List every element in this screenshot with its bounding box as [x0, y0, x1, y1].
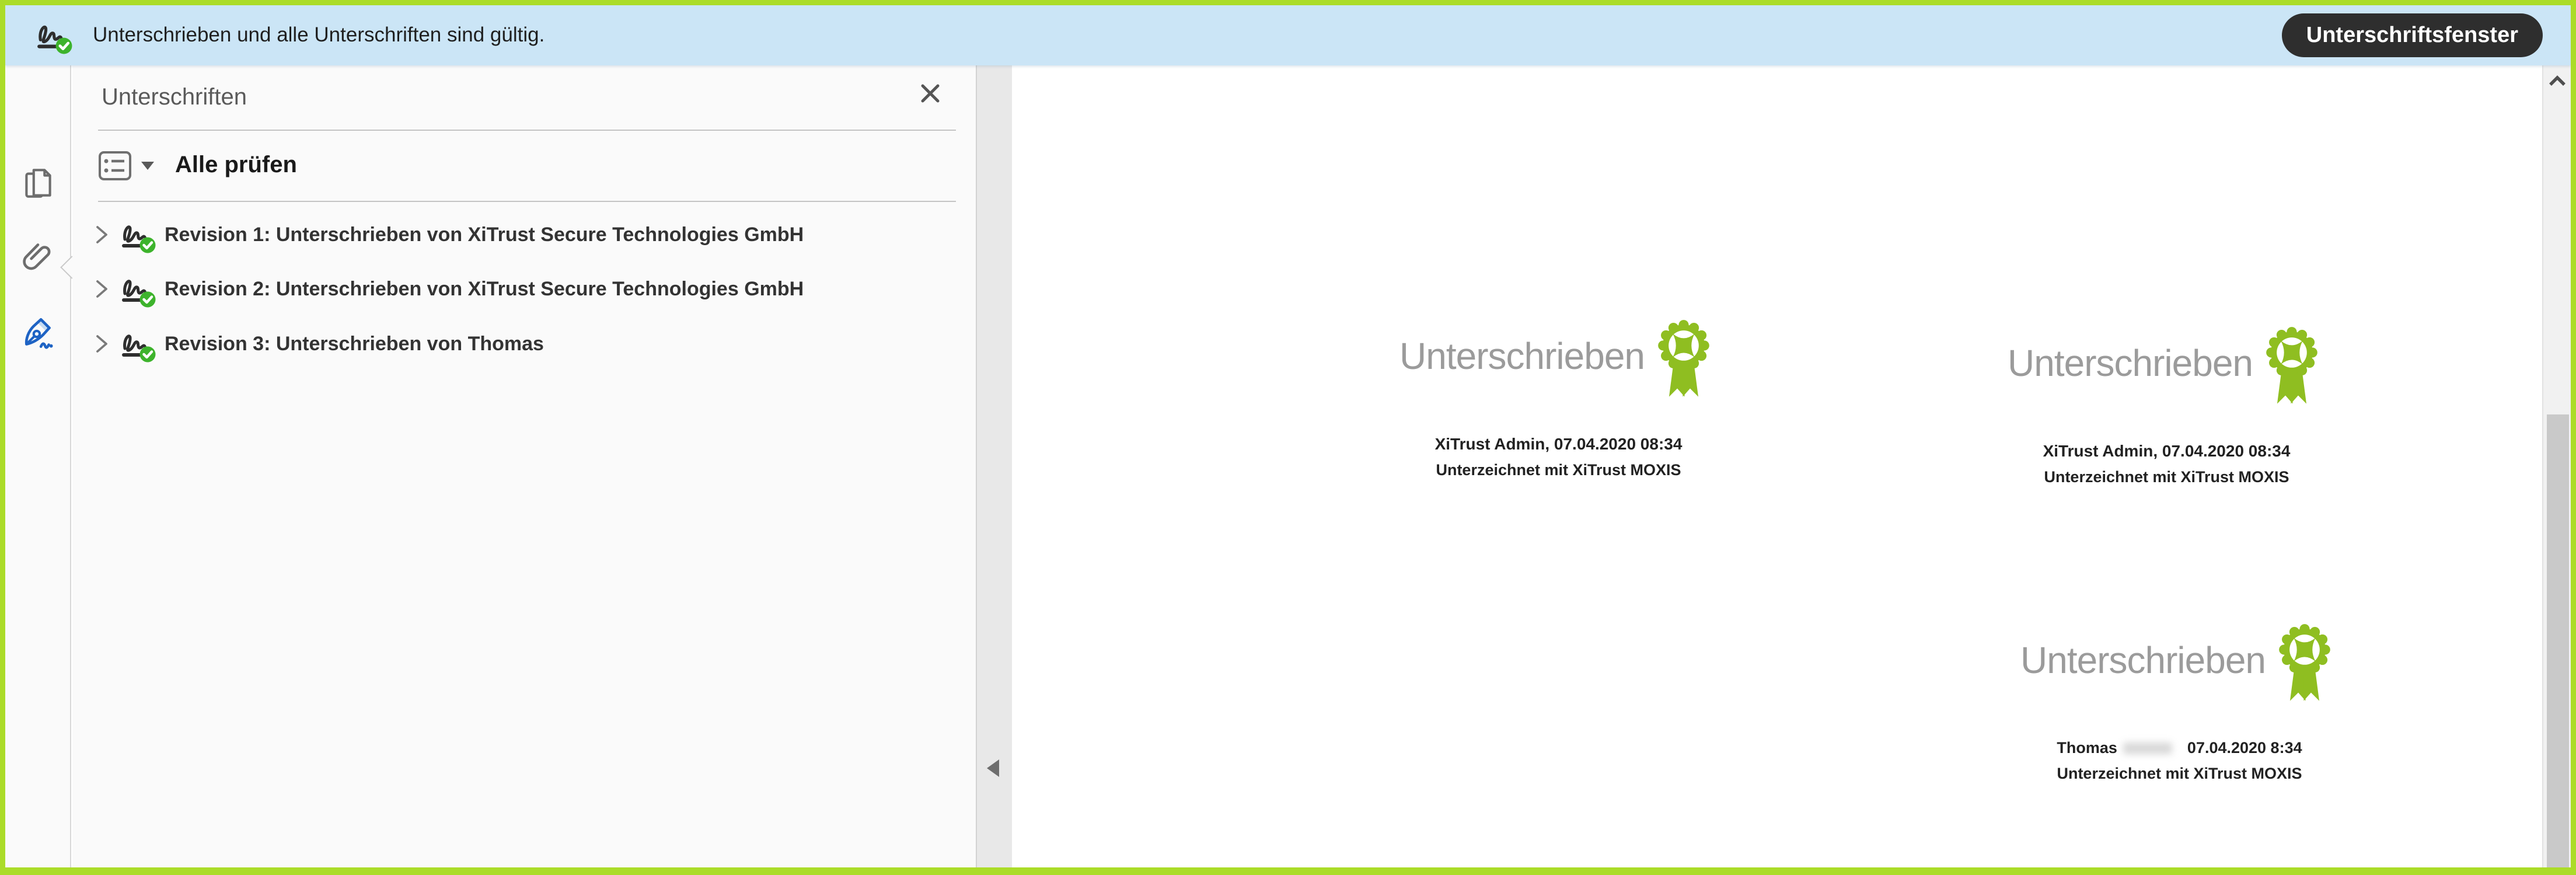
panel-close-button[interactable] [917, 81, 943, 106]
signature-valid-icon [119, 270, 156, 308]
revision-label: Revision 2: Unterschrieben von XiTrust S… [165, 277, 804, 300]
signature-status-text: Unterschrieben und alle Unterschriften s… [93, 23, 545, 46]
sidebar-item-page-thumbnails[interactable] [5, 163, 71, 204]
chevron-right-icon[interactable] [95, 278, 110, 299]
signer-and-date: XiTrust Admin, 07.04.2020 08:34 [2043, 442, 2291, 460]
xitrust-rosette-badge-icon [2279, 624, 2330, 701]
revision-label: Revision 1: Unterschrieben von XiTrust S… [165, 223, 804, 246]
signature-panel-button[interactable]: Unterschriftsfenster [2281, 13, 2543, 57]
collapse-left-arrow-icon[interactable] [987, 759, 999, 777]
redacted-name [2123, 742, 2172, 754]
signed-with-line: Unterzeichnet mit XiTrust MOXIS [1436, 461, 1681, 479]
chevron-right-icon[interactable] [95, 224, 110, 245]
signed-with-line: Unterzeichnet mit XiTrust MOXIS [2044, 468, 2289, 486]
panel-splitter[interactable] [976, 65, 1012, 867]
signed-with-line: Unterzeichnet mit XiTrust MOXIS [2057, 765, 2302, 782]
signer-and-date: Thomas 07.04.2020 8:34 [2020, 739, 2338, 757]
signature-valid-icon [119, 325, 156, 362]
caret-down-icon [141, 162, 154, 170]
panel-options-button[interactable] [98, 151, 154, 181]
signature-valid-icon [34, 16, 73, 54]
sign-date: 07.04.2020 8:34 [2187, 739, 2302, 757]
signer-name: Thomas [2057, 739, 2117, 757]
panel-divider [98, 201, 956, 202]
revision-label: Revision 3: Unterschrieben von Thomas [165, 332, 544, 355]
scroll-up-button[interactable] [2547, 72, 2568, 90]
signature-status-banner: Unterschrieben und alle Unterschriften s… [5, 5, 2571, 65]
stamp-details: Thomas 07.04.2020 8:34 Unterzeichnet mit… [2020, 739, 2338, 783]
signer-and-date: XiTrust Admin, 07.04.2020 08:34 [1434, 435, 1683, 453]
signatures-panel: Unterschriften Alle prüfen Revision 1: U… [72, 65, 976, 867]
revision-row-1[interactable]: Revision 1: Unterschrieben von XiTrust S… [93, 207, 969, 262]
xitrust-rosette-badge-icon [2266, 327, 2317, 404]
panel-divider [98, 130, 956, 131]
sidebar-item-attachments[interactable] [5, 236, 71, 277]
chevron-right-icon[interactable] [95, 333, 110, 354]
validate-all-button[interactable]: Alle prüfen [175, 152, 297, 178]
revision-row-3[interactable]: Revision 3: Unterschrieben von Thomas [93, 316, 969, 371]
scrollbar-thumb[interactable] [2547, 414, 2569, 867]
vertical-scrollbar[interactable] [2542, 65, 2571, 867]
stamp-word: Unterschrieben [2008, 342, 2253, 384]
page-thumbnails-icon [25, 169, 51, 198]
revision-row-2[interactable]: Revision 2: Unterschrieben von XiTrust S… [93, 262, 969, 316]
chevron-up-icon [2549, 75, 2565, 86]
xitrust-rosette-badge-icon [1658, 320, 1709, 397]
signature-pen-icon [25, 318, 53, 349]
sidebar-item-signatures[interactable] [5, 312, 71, 353]
stamp-details: XiTrust Admin, 07.04.2020 08:34 Unterzei… [1399, 435, 1718, 479]
stamp-word: Unterschrieben [2020, 639, 2266, 681]
options-list-icon [99, 151, 131, 180]
panel-title: Unterschriften [102, 84, 247, 110]
stamp-details: XiTrust Admin, 07.04.2020 08:34 Unterzei… [2008, 442, 2326, 486]
close-icon [921, 84, 940, 103]
stamp-word: Unterschrieben [1399, 335, 1645, 377]
navigation-sidebar [5, 65, 71, 867]
signature-valid-icon [119, 216, 156, 253]
paperclip-attachments-icon [22, 243, 50, 270]
